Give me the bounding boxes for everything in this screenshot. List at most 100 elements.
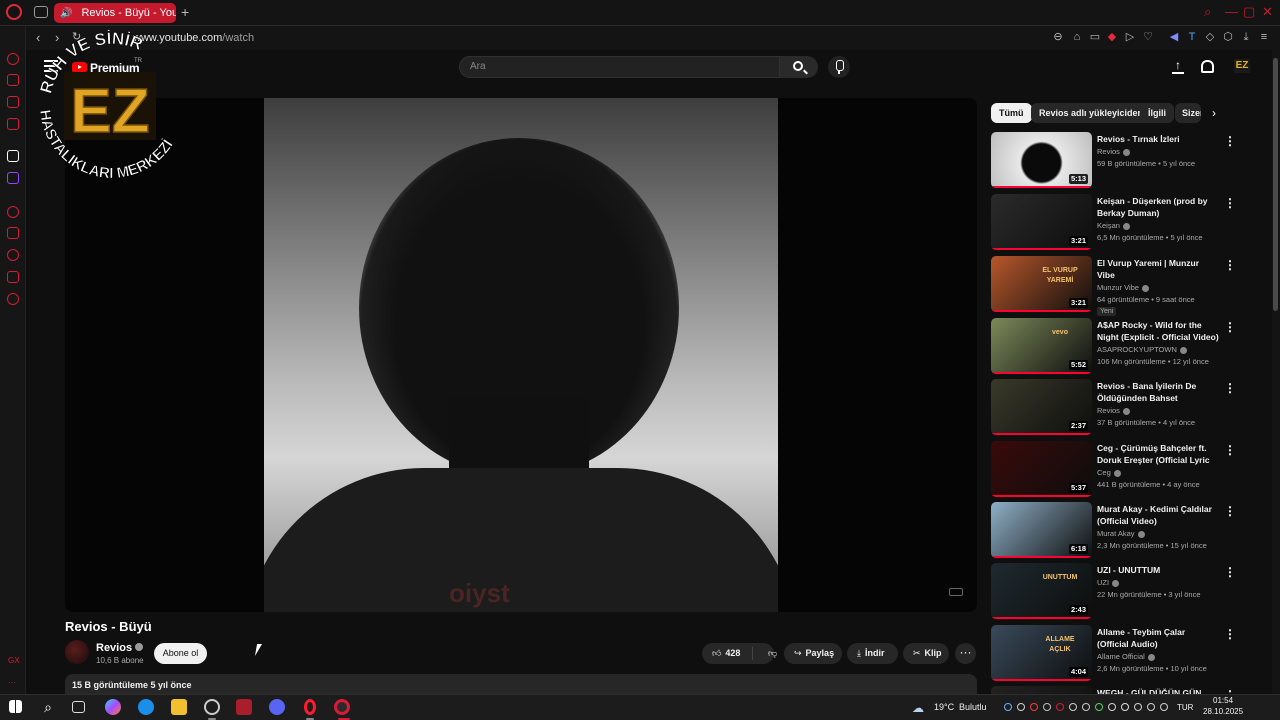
recommendation-title[interactable]: Revios - Tırnak İzleri xyxy=(1097,133,1219,145)
recommendation-thumbnail[interactable]: EL VURUP YAREMİ 3:21 xyxy=(991,256,1092,312)
weather-desc[interactable]: Bulutlu xyxy=(959,702,987,712)
steam-icon[interactable] xyxy=(1004,703,1012,711)
shield-icon[interactable]: ◆ xyxy=(1106,31,1118,43)
channel-name[interactable]: Revios xyxy=(96,642,132,654)
recommendation-title[interactable]: Allame - Teybim Çalar (Official Audio) xyxy=(1097,626,1219,650)
recommendation-title[interactable]: Ceg - Çürümüş Bahçeler ft. Doruk Ereşter… xyxy=(1097,442,1219,466)
recommendation-thumbnail[interactable]: 6:18 xyxy=(991,502,1092,558)
recommendation-thumbnail[interactable]: 5:13 xyxy=(991,132,1092,188)
translate-icon[interactable]: T xyxy=(1186,31,1198,43)
chip-for-you[interactable]: Sizer xyxy=(1175,103,1201,123)
file-explorer-icon[interactable] xyxy=(171,699,187,715)
sidebar-history-icon[interactable] xyxy=(7,249,19,261)
chips-next-icon[interactable]: › xyxy=(1212,106,1216,120)
recommendation-channel-row[interactable]: Ceg xyxy=(1097,468,1121,477)
share-button[interactable]: ↪ Paylaş xyxy=(784,643,842,664)
recommendation-menu-icon[interactable]: ⋮ xyxy=(1224,443,1236,457)
recommendation-channel-row[interactable]: UZI xyxy=(1097,578,1120,587)
voice-search-icon[interactable] xyxy=(828,56,850,78)
recommendation-menu-icon[interactable]: ⋮ xyxy=(1224,258,1236,272)
maximize-icon[interactable]: ▢ xyxy=(1243,4,1255,20)
recommendation-title[interactable]: A$AP Rocky - Wild for the Night (Explici… xyxy=(1097,319,1219,343)
zoom-icon[interactable]: ⊖ xyxy=(1052,31,1064,43)
recommendation-channel-row[interactable]: ASAPROCKYUPTOWN xyxy=(1097,345,1187,354)
app-icon-a[interactable] xyxy=(204,699,220,715)
recommendation-channel[interactable]: Munzur Vibe xyxy=(1097,283,1139,292)
more-actions-button[interactable]: ··· xyxy=(955,643,976,664)
sidebar-player-icon[interactable] xyxy=(7,206,19,218)
sidebar-pinboard-icon[interactable] xyxy=(7,271,19,283)
channel-name-container[interactable]: Revios xyxy=(96,642,144,654)
recommendation-item[interactable]: 6:18 Murat Akay - Kedimi Çaldılar (Offici… xyxy=(991,502,1236,560)
tray-app-icon[interactable] xyxy=(1030,703,1038,711)
recommendation-item[interactable]: 3:21 Keişan - Düşerken (prod by Berkay Du… xyxy=(991,194,1236,252)
sidebar-messenger-icon[interactable] xyxy=(7,118,19,130)
download-icon[interactable]: ⤓ xyxy=(1240,31,1252,43)
browser-tab-active[interactable]: 🔊 Revios - Büyü - YouTube xyxy=(54,3,176,23)
recommendation-menu-icon[interactable]: ⋮ xyxy=(1224,381,1236,395)
sidebar-twitch-icon[interactable] xyxy=(7,172,19,184)
recommendation-thumbnail[interactable]: UNUTTUM 2:43 xyxy=(991,563,1092,619)
recommendation-menu-icon[interactable]: ⋮ xyxy=(1224,134,1236,148)
weather-temp[interactable]: 19°C xyxy=(934,702,954,712)
discord-tray-icon[interactable] xyxy=(1017,703,1025,711)
recommendation-thumbnail[interactable] xyxy=(991,686,1092,694)
recommendation-channel[interactable]: Revios xyxy=(1097,406,1120,415)
recommendation-channel[interactable]: Revios xyxy=(1097,147,1120,156)
recommendation-item[interactable]: EL VURUP YAREMİ 3:21 El Vurup Yaremi | Mun… xyxy=(991,256,1236,316)
sidebar-aria-icon[interactable] xyxy=(7,53,19,65)
opera-taskbar-icon[interactable] xyxy=(304,699,316,715)
close-window-icon[interactable]: ✕ xyxy=(1262,4,1273,20)
recommendation-title[interactable]: WEGH - GÜLDÜĞÜN GÜN xyxy=(1097,687,1219,694)
download-button[interactable]: ⤓ İndir xyxy=(847,643,898,664)
search-button[interactable] xyxy=(780,56,818,78)
edge-icon[interactable] xyxy=(138,699,154,715)
sidebar-bag-icon[interactable] xyxy=(7,74,19,86)
microphone-icon[interactable] xyxy=(1121,703,1129,711)
recommendation-thumbnail[interactable]: 2:37 xyxy=(991,379,1092,435)
notifications-bell-icon[interactable] xyxy=(1201,60,1214,73)
recommendation-title[interactable]: Revios - Bana İyilerin De Öldüğünden Bah… xyxy=(1097,380,1219,404)
recommendation-menu-icon[interactable]: ⋮ xyxy=(1224,504,1236,518)
search-tabs-icon[interactable]: ⌕ xyxy=(1204,4,1211,20)
recommendation-item[interactable]: vevo 5:52 A$AP Rocky - Wild for the Night … xyxy=(991,318,1236,376)
recommendation-channel-row[interactable]: Revios xyxy=(1097,147,1130,156)
recommendation-thumbnail[interactable]: 5:37 xyxy=(991,441,1092,497)
task-view-icon[interactable] xyxy=(72,701,85,713)
new-tab-button[interactable]: + xyxy=(181,4,189,20)
recommendation-item[interactable]: ALLAME AÇLIK 4:04 Allame - Teybim Çalar (O… xyxy=(991,625,1236,683)
recommendation-menu-icon[interactable]: ⋮ xyxy=(1224,196,1236,210)
recommendation-channel[interactable]: Allame Official xyxy=(1097,652,1145,661)
recommendation-menu-icon[interactable]: ⋮ xyxy=(1224,565,1236,579)
tray-app-icon[interactable] xyxy=(1095,703,1103,711)
clip-button[interactable]: ✂ Klip xyxy=(903,643,949,664)
opera-logo-icon[interactable] xyxy=(6,4,22,20)
headset-icon[interactable] xyxy=(1134,703,1142,711)
minimize-icon[interactable]: — xyxy=(1225,4,1238,19)
taskbar-search-icon[interactable]: ⌕ xyxy=(40,699,56,715)
recommendation-channel[interactable]: Murat Akay xyxy=(1097,529,1135,538)
bookmark-page-icon[interactable]: ⌂ xyxy=(1071,31,1083,43)
copilot-icon[interactable] xyxy=(105,699,121,715)
sidebar-bookmarks-icon[interactable] xyxy=(7,227,19,239)
menu-icon[interactable]: ≡ xyxy=(1258,31,1270,43)
sidebar-settings-icon[interactable] xyxy=(7,293,19,305)
search-input[interactable]: Ara xyxy=(459,56,780,78)
workspace-icon[interactable] xyxy=(34,6,48,18)
recommendation-channel[interactable]: Keişan xyxy=(1097,221,1120,230)
recommendation-title[interactable]: Murat Akay - Kedimi Çaldılar (Official V… xyxy=(1097,503,1219,527)
recommendation-thumbnail[interactable]: vevo 5:52 xyxy=(991,318,1092,374)
discord-icon[interactable] xyxy=(269,699,285,715)
recommendation-thumbnail[interactable]: ALLAME AÇLIK 4:04 xyxy=(991,625,1092,681)
extensions-icon[interactable]: ◇ xyxy=(1204,31,1216,43)
scrollbar-thumb[interactable] xyxy=(1273,58,1278,311)
recommendation-channel-row[interactable]: Munzur Vibe xyxy=(1097,283,1149,292)
recommendation-title[interactable]: UZI - UNUTTUM xyxy=(1097,564,1219,576)
tray-app-icon[interactable] xyxy=(1082,703,1090,711)
snapshot-icon[interactable]: ▭ xyxy=(1089,31,1101,43)
recommendation-item[interactable]: UNUTTUM 2:43 UZI - UNUTTUM UZI 22 Mn görüntü… xyxy=(991,563,1236,621)
nvidia-icon[interactable] xyxy=(1043,703,1051,711)
like-icon[interactable]: 👍︎ xyxy=(712,643,721,664)
recommendation-channel[interactable]: Ceg xyxy=(1097,468,1111,477)
wallet-icon[interactable]: ⬡ xyxy=(1222,31,1234,43)
